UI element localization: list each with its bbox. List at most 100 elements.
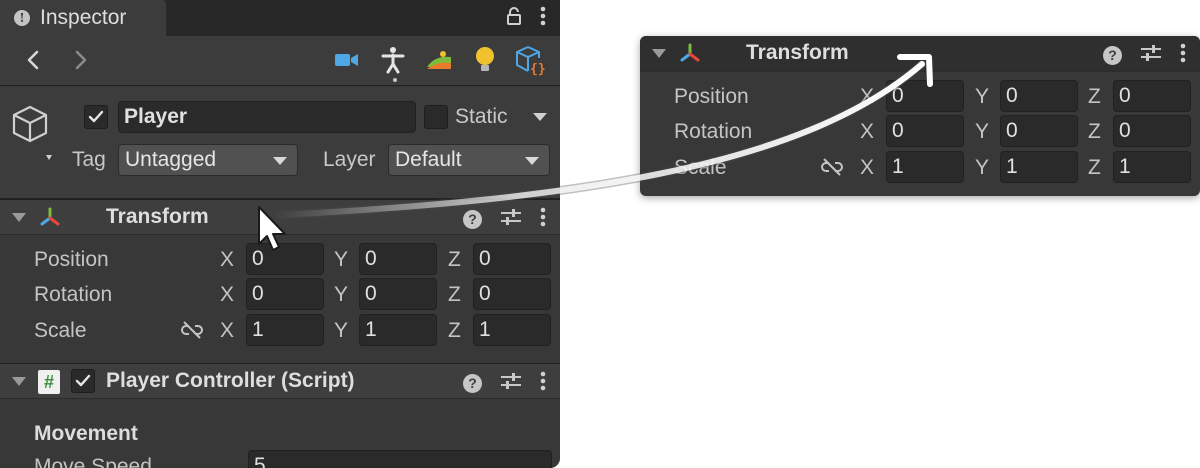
position-y-field[interactable]: 0 (1000, 80, 1078, 112)
rotation-y-field[interactable]: 0 (359, 278, 437, 310)
scale-y-field[interactable]: 1 (1000, 151, 1078, 183)
kebab-menu-icon[interactable] (540, 371, 546, 396)
axis-z-label[interactable]: Z (448, 319, 461, 343)
info-icon: ! (14, 10, 30, 26)
script-file-icon: # (38, 370, 60, 394)
axis-x-label[interactable]: X (860, 120, 874, 144)
rotation-z-field[interactable]: 0 (1113, 115, 1191, 147)
active-tool-indicator (393, 78, 397, 82)
svg-text:{}: {} (530, 62, 546, 76)
chevron-right-icon[interactable] (68, 48, 92, 72)
presets-icon[interactable] (500, 372, 522, 395)
camera-icon[interactable] (330, 44, 364, 76)
transform-header[interactable]: Transform ? (0, 199, 560, 235)
position-label: Position (674, 85, 749, 108)
position-x-field[interactable]: 0 (886, 80, 964, 112)
rotation-z-field[interactable]: 0 (473, 278, 551, 310)
active-checkbox[interactable] (84, 105, 108, 129)
axis-y-label[interactable]: Y (975, 85, 989, 109)
inspector-window: ! Inspector {} Player Static Tag Untagge… (0, 0, 560, 468)
tab-label: Inspector (40, 6, 127, 29)
axis-z-label[interactable]: Z (448, 248, 461, 272)
foldout-arrow-icon[interactable] (652, 49, 666, 58)
humanoid-icon[interactable] (376, 44, 410, 82)
position-x-field[interactable]: 0 (246, 243, 324, 275)
popout-transform-header[interactable]: Transform ? (640, 36, 1200, 72)
script-title: Player Controller (Script) (106, 369, 355, 392)
tab-inspector[interactable]: ! Inspector (0, 0, 166, 36)
axis-x-label[interactable]: X (220, 283, 234, 307)
tag-dropdown[interactable]: Untagged (118, 144, 298, 176)
unlinked-chain-icon[interactable] (180, 320, 204, 345)
tab-bar: ! Inspector (0, 0, 560, 36)
game-object-cube-icon[interactable] (10, 103, 64, 172)
axis-x-label[interactable]: X (860, 85, 874, 109)
rotation-x-field[interactable]: 0 (246, 278, 324, 310)
axis-y-label[interactable]: Y (334, 248, 348, 272)
static-label: Static (455, 105, 508, 128)
scale-y-field[interactable]: 1 (359, 314, 437, 346)
static-dropdown-icon[interactable] (533, 113, 547, 121)
player-controller-header[interactable]: # Player Controller (Script) ? (0, 363, 560, 399)
axis-y-label[interactable]: Y (975, 120, 989, 144)
script-enabled-checkbox[interactable] (71, 369, 95, 393)
rotation-label: Rotation (34, 283, 113, 306)
axis-z-label[interactable]: Z (448, 283, 461, 307)
transform-title: Transform (106, 205, 209, 228)
transform-icon (678, 42, 702, 71)
scale-x-field[interactable]: 1 (246, 314, 324, 346)
foldout-arrow-icon[interactable] (12, 213, 26, 222)
move-speed-field[interactable]: 5 (248, 450, 552, 468)
lightbulb-icon[interactable] (468, 44, 502, 76)
axis-x-label[interactable]: X (860, 156, 874, 180)
kebab-menu-icon[interactable] (540, 6, 546, 31)
axis-x-label[interactable]: X (220, 248, 234, 272)
rotation-y-field[interactable]: 0 (1000, 115, 1078, 147)
position-z-field[interactable]: 0 (1113, 80, 1191, 112)
help-icon[interactable]: ? (1103, 46, 1122, 65)
rotation-label: Rotation (674, 120, 753, 143)
navigation-bar: {} (0, 36, 560, 86)
help-icon[interactable]: ? (463, 210, 482, 229)
script-body: Movement Move Speed 5 (0, 400, 560, 468)
tag-label: Tag (72, 148, 106, 171)
scale-z-field[interactable]: 1 (473, 314, 551, 346)
position-y-field[interactable]: 0 (359, 243, 437, 275)
terrain-icon[interactable] (422, 44, 456, 76)
presets-icon[interactable] (500, 208, 522, 231)
chevron-down-icon (525, 157, 539, 165)
name-field[interactable]: Player (118, 101, 416, 133)
axis-z-label[interactable]: Z (1088, 156, 1101, 180)
tag-value: Untagged (125, 148, 217, 171)
foldout-arrow-icon[interactable] (12, 377, 26, 386)
popout-transform-title: Transform (746, 41, 849, 64)
static-checkbox[interactable] (424, 105, 448, 129)
axis-z-label[interactable]: Z (1088, 120, 1101, 144)
move-speed-label: Move Speed (34, 455, 152, 468)
game-object-header: Player Static Tag Untagged Layer Default (0, 87, 560, 199)
layer-dropdown[interactable]: Default (388, 144, 550, 176)
rotation-x-field[interactable]: 0 (886, 115, 964, 147)
position-z-field[interactable]: 0 (473, 243, 551, 275)
scale-x-field[interactable]: 1 (886, 151, 964, 183)
presets-icon[interactable] (1140, 44, 1162, 67)
transform-popout-panel: Transform ? Position X 0 Y 0 Z 0 Rotatio… (640, 36, 1200, 196)
script-cube-icon[interactable]: {} (514, 44, 548, 76)
chevron-left-icon[interactable] (22, 48, 46, 72)
chevron-down-icon (273, 157, 287, 165)
scale-label: Scale (674, 156, 727, 179)
scale-z-field[interactable]: 1 (1113, 151, 1191, 183)
movement-section-label: Movement (34, 422, 138, 445)
kebab-menu-icon[interactable] (1180, 43, 1186, 68)
help-icon[interactable]: ? (463, 374, 482, 393)
lock-icon[interactable] (506, 7, 522, 30)
unlinked-chain-icon[interactable] (820, 157, 844, 182)
axis-y-label[interactable]: Y (975, 156, 989, 180)
axis-y-label[interactable]: Y (334, 283, 348, 307)
layer-label: Layer (323, 148, 376, 171)
position-label: Position (34, 248, 109, 271)
axis-x-label[interactable]: X (220, 319, 234, 343)
axis-z-label[interactable]: Z (1088, 85, 1101, 109)
kebab-menu-icon[interactable] (540, 207, 546, 232)
axis-y-label[interactable]: Y (334, 319, 348, 343)
